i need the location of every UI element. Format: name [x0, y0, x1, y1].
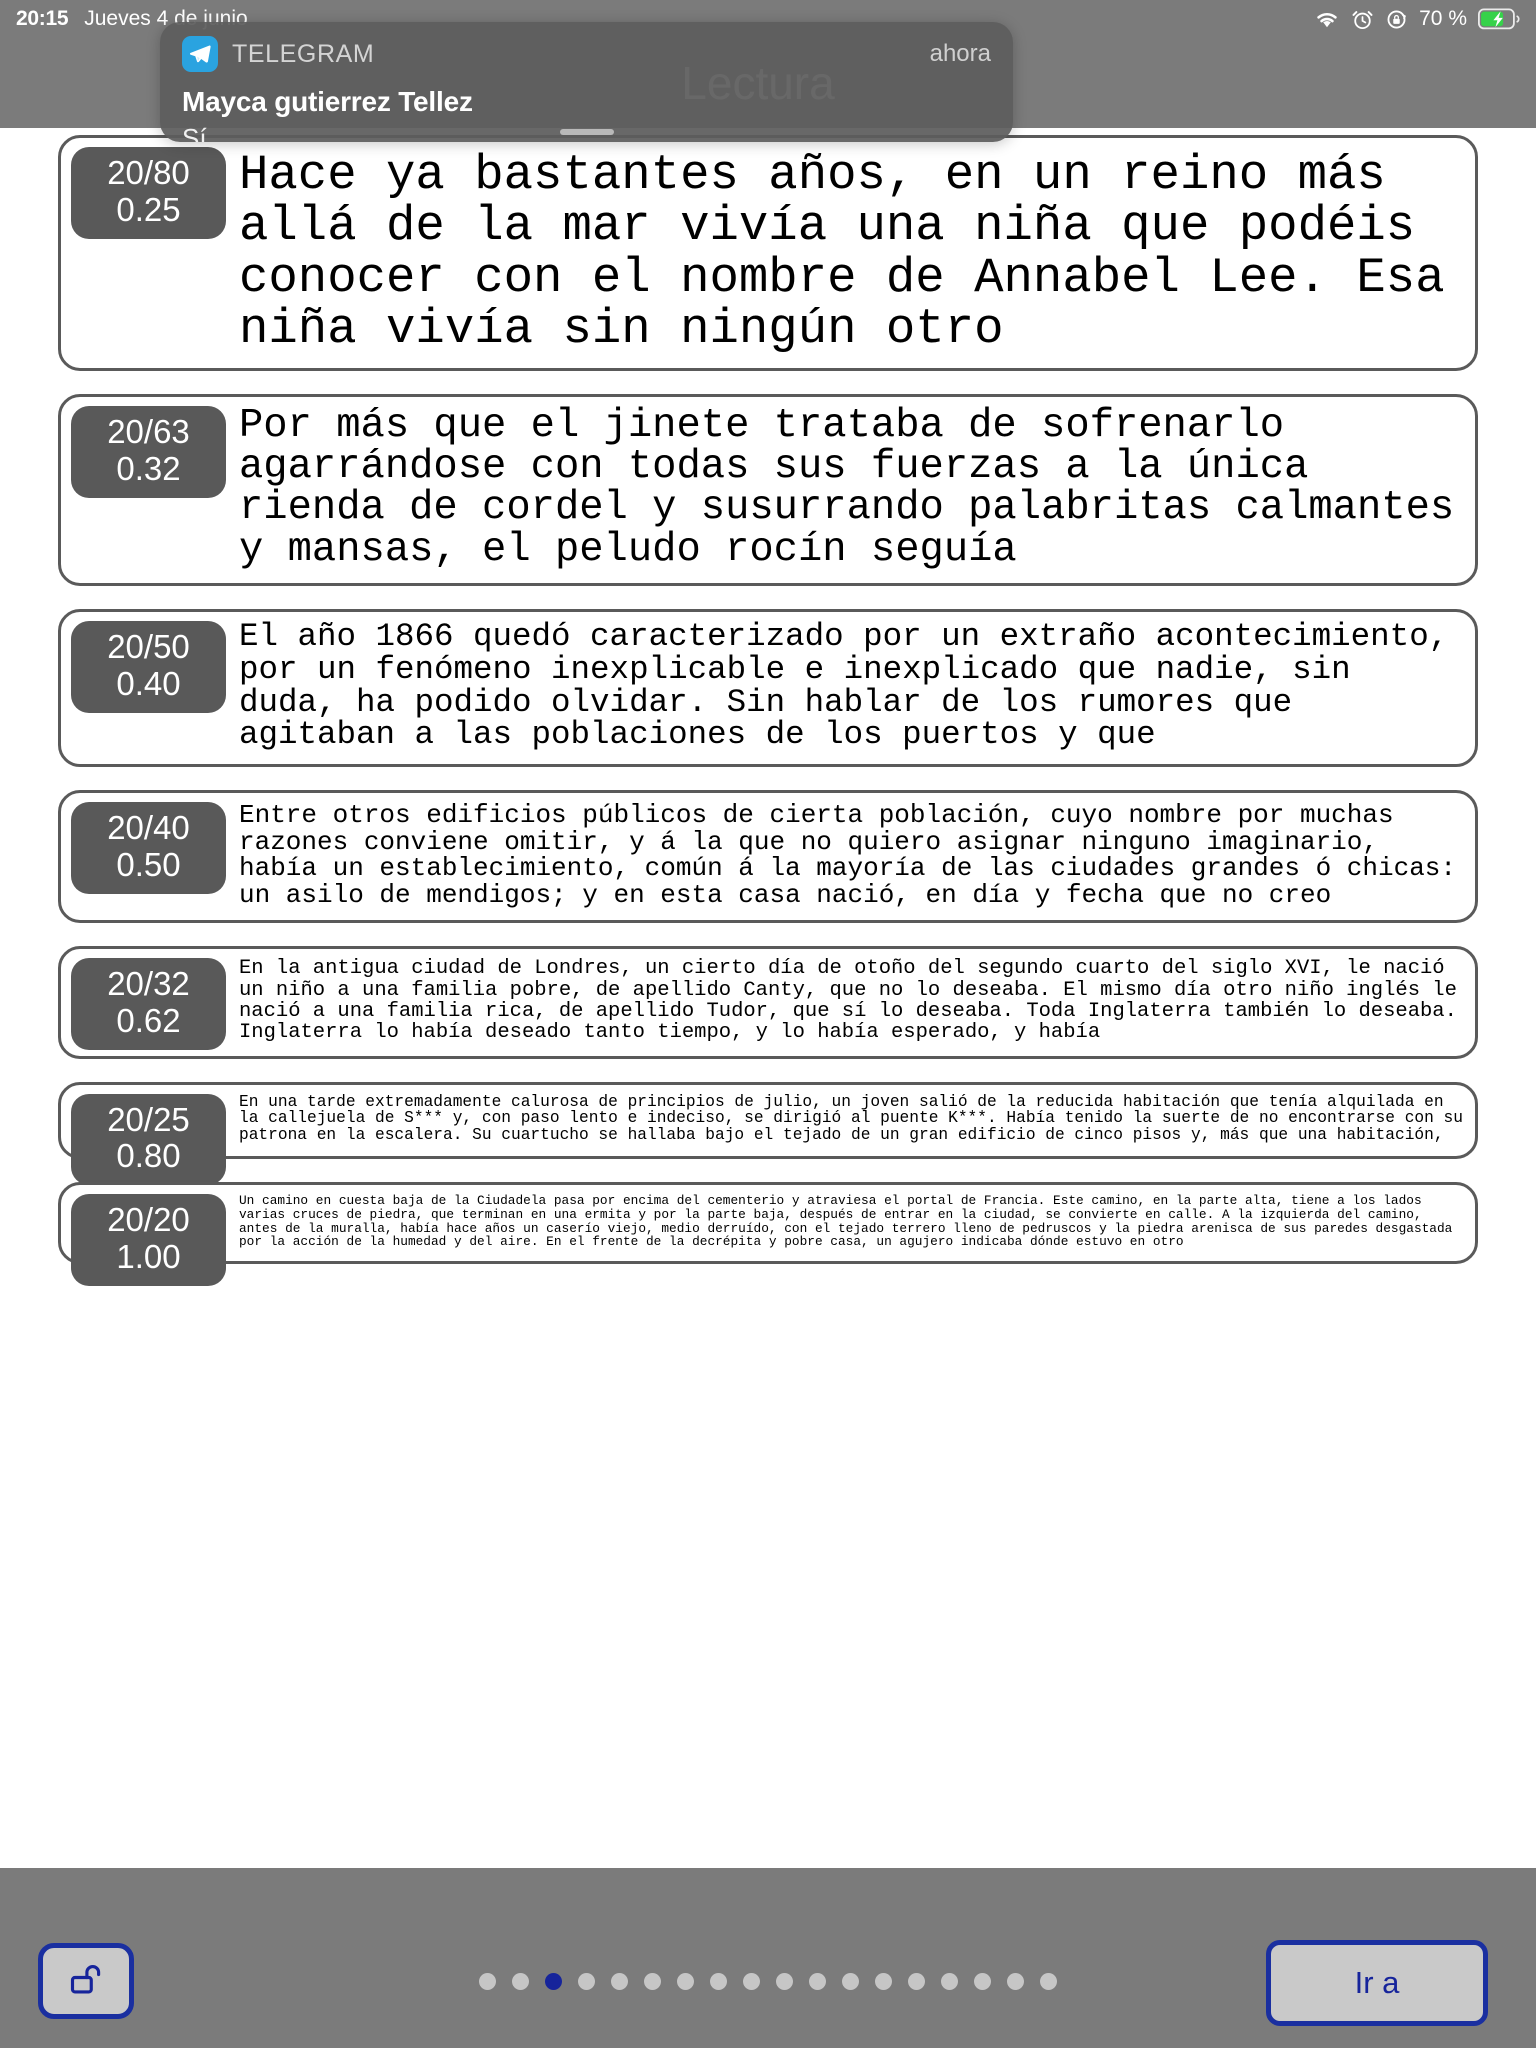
page-dot[interactable]: [875, 1973, 892, 1990]
telegram-icon: [182, 36, 218, 72]
rotation-lock-icon: [1385, 8, 1408, 31]
acuity-badge: 20/63 0.32: [71, 405, 226, 498]
notification-banner[interactable]: TELEGRAM ahora Mayca gutierrez Tellez Sí: [160, 22, 1013, 142]
acuity-badge: 20/50 0.40: [71, 620, 226, 713]
wifi-icon: [1314, 9, 1340, 29]
battery-percent: 70 %: [1419, 7, 1467, 30]
acuity-value: 20/25: [107, 1100, 190, 1138]
reading-card-list: 20/80 0.25 Hace ya bastantes años, en un…: [0, 135, 1536, 1870]
acuity-badge: 20/80 0.25: [71, 147, 226, 239]
acuity-value: 20/32: [107, 965, 190, 1003]
reading-card-text: Entre otros edificios públicos de cierta…: [239, 800, 1456, 910]
page-dot[interactable]: [1007, 1973, 1024, 1990]
notification-title: Mayca gutierrez Tellez: [182, 86, 473, 117]
reading-card-text: El año 1866 quedó caracterizado por un e…: [239, 617, 1449, 754]
page-dot[interactable]: [512, 1973, 529, 1990]
page-dot[interactable]: [611, 1973, 628, 1990]
page-dot[interactable]: [776, 1973, 793, 1990]
reading-card[interactable]: 20/50 0.40 El año 1866 quedó caracteriza…: [58, 608, 1478, 768]
page-dot[interactable]: [842, 1973, 859, 1990]
status-time: 20:15: [16, 7, 69, 30]
reading-card-text: En la antigua ciudad de Londres, un cier…: [239, 957, 1457, 1045]
acuity-decimal: 0.32: [116, 449, 181, 487]
page-dot[interactable]: [710, 1973, 727, 1990]
acuity-decimal: 0.40: [116, 664, 181, 702]
acuity-badge: 20/25 0.80: [71, 1093, 226, 1186]
notification-header: TELEGRAM ahora: [182, 36, 991, 72]
acuity-value: 20/63: [107, 412, 190, 450]
page-dot[interactable]: [545, 1973, 562, 1990]
acuity-value: 20/80: [107, 154, 190, 191]
page-dot[interactable]: [941, 1973, 958, 1990]
status-bar-right: 70 %: [1314, 7, 1520, 31]
reading-card[interactable]: 20/80 0.25 Hace ya bastantes años, en un…: [58, 135, 1478, 371]
page-dot[interactable]: [809, 1973, 826, 1990]
app-root: Lectura 20:15 Jueves 4 de junio: [0, 0, 1536, 2048]
reading-card[interactable]: 20/20 1.00 Un camino en cuesta baja de l…: [58, 1182, 1478, 1286]
acuity-value: 20/20: [107, 1201, 190, 1239]
reading-card[interactable]: 20/32 0.62 En la antigua ciudad de Londr…: [58, 946, 1478, 1059]
battery-charging-icon: [1478, 8, 1520, 30]
acuity-decimal: 0.25: [116, 190, 181, 228]
page-dot[interactable]: [578, 1973, 595, 1990]
bottom-toolbar: Ir a: [0, 1868, 1536, 2048]
page-dot[interactable]: [974, 1973, 991, 1990]
reading-card[interactable]: 20/63 0.32 Por más que el jinete trataba…: [58, 393, 1478, 586]
acuity-badge: 20/32 0.62: [71, 958, 226, 1051]
notification-time: ahora: [929, 40, 991, 67]
reading-card[interactable]: 20/40 0.50 Entre otros edificios público…: [58, 790, 1478, 924]
page-dot[interactable]: [677, 1973, 694, 1990]
acuity-decimal: 0.80: [116, 1137, 181, 1175]
notification-grabber[interactable]: [559, 129, 614, 135]
reading-card-text: Un camino en cuesta baja de la Ciudadela…: [239, 1193, 1453, 1250]
reading-card-text: En una tarde extremadamente calurosa de …: [239, 1092, 1463, 1145]
acuity-badge: 20/20 1.00: [71, 1194, 226, 1286]
acuity-value: 20/40: [107, 809, 190, 847]
reading-card-text: Por más que el jinete trataba de sofrena…: [239, 402, 1455, 573]
notification-app-name: TELEGRAM: [232, 39, 375, 68]
acuity-decimal: 1.00: [116, 1237, 181, 1275]
acuity-decimal: 0.50: [116, 846, 181, 884]
page-dot[interactable]: [1040, 1973, 1057, 1990]
acuity-decimal: 0.62: [116, 1002, 181, 1040]
page-dot[interactable]: [743, 1973, 760, 1990]
goto-button-label: Ir a: [1354, 1965, 1400, 2000]
goto-button[interactable]: Ir a: [1266, 1940, 1488, 2026]
alarm-icon: [1351, 8, 1374, 31]
page-dot[interactable]: [644, 1973, 661, 1990]
reading-card-text: Hace ya bastantes años, en un reino más …: [239, 147, 1445, 358]
reading-card[interactable]: 20/25 0.80 En una tarde extremadamente c…: [58, 1081, 1478, 1186]
page-dot[interactable]: [908, 1973, 925, 1990]
page-dot[interactable]: [479, 1973, 496, 1990]
acuity-badge: 20/40 0.50: [71, 802, 226, 895]
acuity-value: 20/50: [107, 627, 190, 665]
